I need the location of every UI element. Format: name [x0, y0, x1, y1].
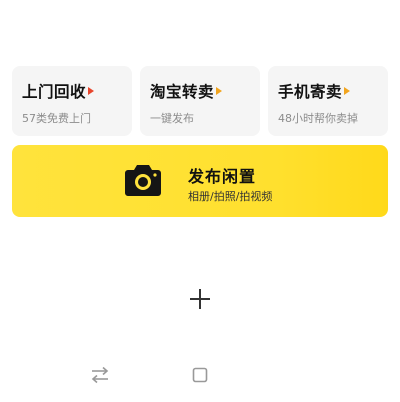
publish-idle-button[interactable]: 发布闲置 相册/拍照/拍视频 — [12, 145, 388, 217]
card-subtitle: 一键发布 — [150, 112, 194, 125]
card-taobao-resell[interactable]: 淘宝转卖 一键发布 — [140, 66, 260, 136]
service-cards: 上门回收 57类免费上门 淘宝转卖 一键发布 手机寄卖 48小时帮你卖掉 — [12, 66, 388, 136]
card-title: 上门回收 — [22, 83, 87, 101]
plus-icon[interactable] — [188, 287, 212, 311]
card-subtitle: 57类免费上门 — [22, 112, 91, 125]
card-title: 手机寄卖 — [278, 83, 343, 101]
triangle-arrow-icon — [216, 87, 223, 95]
card-subtitle: 48小时帮你卖掉 — [278, 112, 358, 125]
card-recycle[interactable]: 上门回收 57类免费上门 — [12, 66, 132, 136]
switch-arrows-icon[interactable] — [90, 366, 110, 384]
publish-title: 发布闲置 — [188, 167, 257, 186]
card-title-row: 淘宝转卖 — [150, 80, 260, 102]
triangle-arrow-icon — [88, 87, 95, 95]
card-title: 淘宝转卖 — [150, 83, 215, 101]
card-title-row: 上门回收 — [22, 80, 132, 102]
card-title-row: 手机寄卖 — [278, 80, 388, 102]
card-phone-consign[interactable]: 手机寄卖 48小时帮你卖掉 — [268, 66, 388, 136]
triangle-arrow-icon — [344, 87, 351, 95]
home-square-icon[interactable] — [192, 367, 208, 383]
publish-subtitle: 相册/拍照/拍视频 — [188, 190, 273, 203]
camera-icon — [125, 165, 161, 196]
